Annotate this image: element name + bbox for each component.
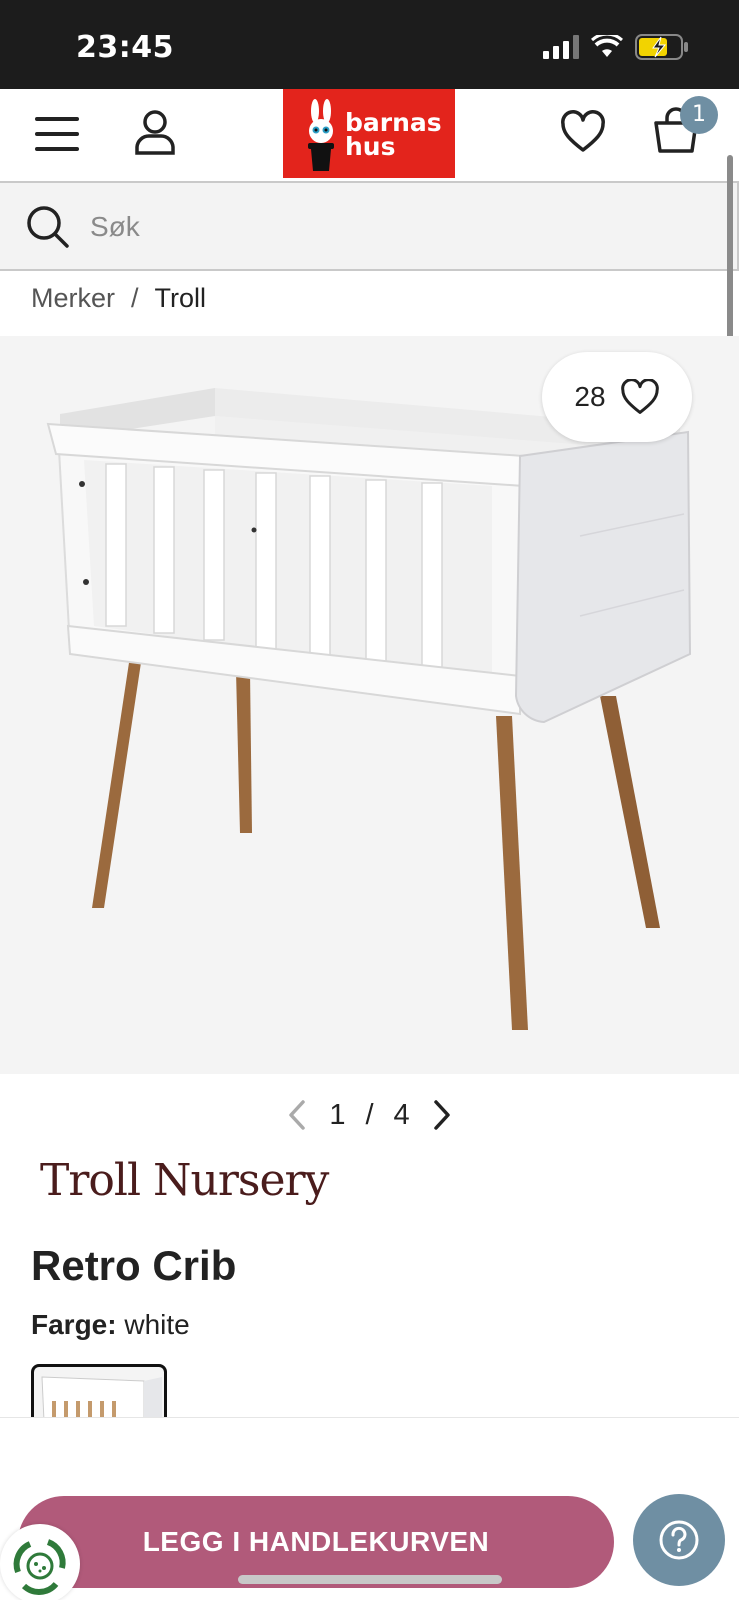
product-image[interactable]: 28 [0,336,739,1074]
pager-current: 1 [329,1098,346,1131]
eco-badge[interactable] [0,1524,80,1600]
color-swatch-white[interactable] [31,1364,167,1418]
product-title: Retro Crib [31,1242,237,1289]
status-time: 23:45 [76,30,174,65]
color-label: Farge: [31,1309,117,1340]
battery-icon [635,34,688,60]
bunny-logo-icon [308,99,334,171]
help-icon [659,1520,699,1560]
brand-logo[interactable]: Troll Nursery [40,1155,329,1206]
account-icon[interactable] [134,109,176,155]
breadcrumb-current[interactable]: Troll [155,283,207,314]
site-header: barnas hus 1 [0,89,739,179]
help-button[interactable] [633,1494,725,1586]
chevron-left-icon[interactable] [285,1099,309,1131]
search-input[interactable] [90,203,690,251]
chevron-right-icon[interactable] [430,1099,454,1131]
color-line: Farge: white [31,1309,190,1341]
pager-total: 4 [393,1098,410,1131]
heart-icon [620,379,659,414]
wishlist-heart-icon[interactable] [560,109,606,155]
search-bar [0,181,739,271]
breadcrumb-link-merker[interactable]: Merker [31,283,115,314]
status-bar: 23:45 [0,0,739,89]
breadcrumb: Merker / Troll [31,283,206,314]
search-icon[interactable] [26,205,70,249]
menu-button[interactable] [32,111,82,157]
logo-text: barnas hus [345,110,442,161]
crib-image [46,388,692,1030]
like-count: 28 [574,381,606,412]
pager-separator: / [365,1098,374,1131]
logo[interactable]: barnas hus [283,89,455,178]
breadcrumb-separator: / [131,283,139,313]
signal-icon [543,35,579,59]
status-icons [543,34,689,60]
color-value: white [124,1309,190,1340]
logo-line-2: hus [345,132,396,161]
bottom-action-bar: LEGG I HANDLEKURVEN [0,1417,739,1600]
image-pager: 1 / 4 [0,1093,739,1137]
cart-count-badge[interactable]: 1 [680,96,718,134]
like-count-button[interactable]: 28 [542,352,692,442]
recycle-icon [13,1539,66,1595]
wifi-icon [591,35,623,57]
home-indicator[interactable] [238,1575,502,1584]
swatch-thumbnail [41,1376,162,1418]
